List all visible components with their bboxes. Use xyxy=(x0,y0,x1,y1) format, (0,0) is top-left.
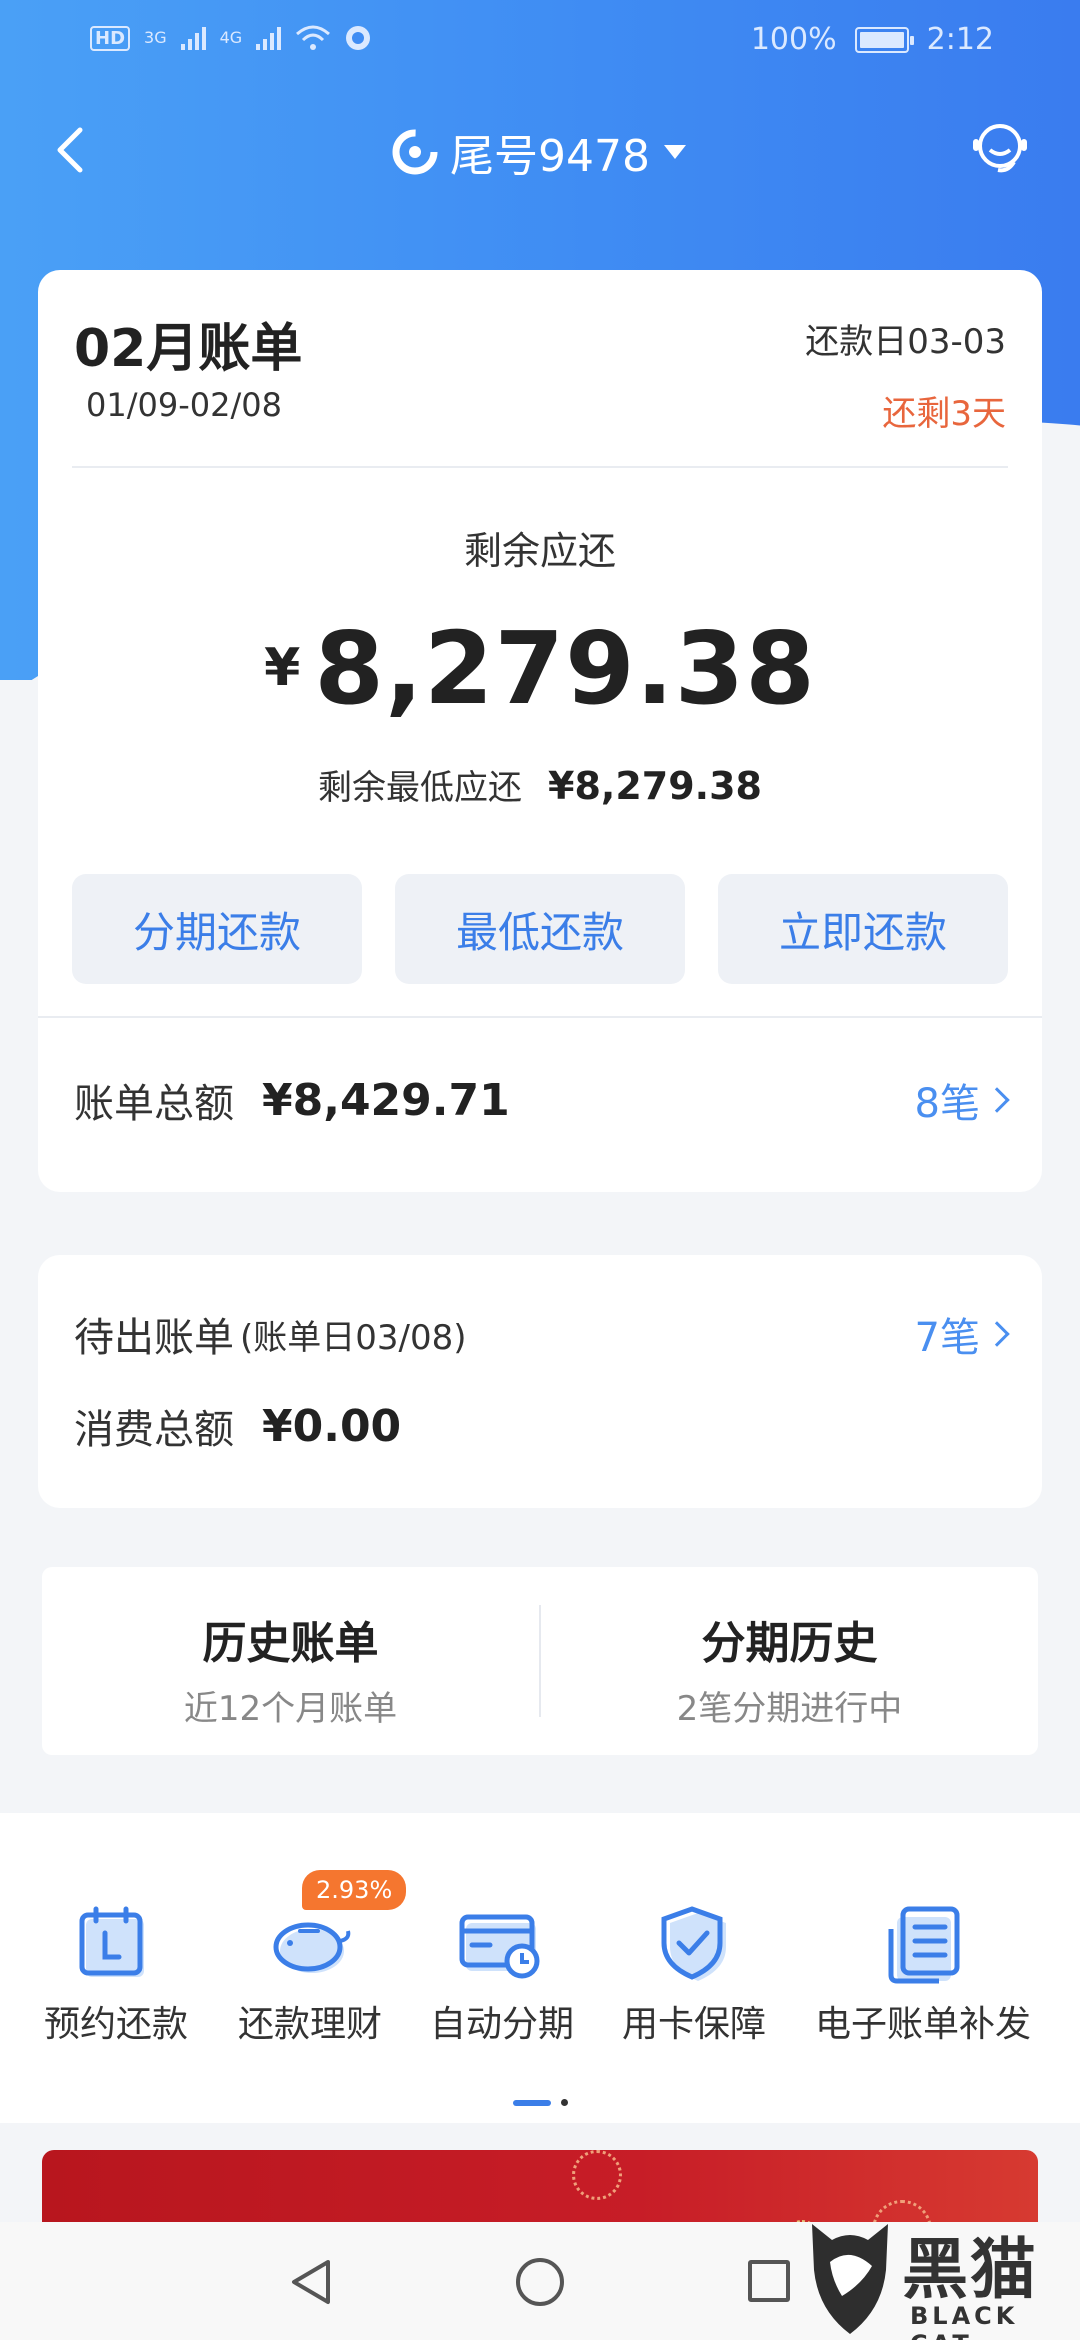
installment-history-title: 分期历史 xyxy=(701,1618,878,1669)
remaining-due-amount: ¥8,279.38 xyxy=(38,610,1042,727)
pending-bill-card[interactable]: 待出账单 (账单日03/08) 7笔 消费总额 ¥0.00 xyxy=(38,1255,1042,1508)
bill-total-row[interactable]: 账单总额 ¥8,429.71 8笔 xyxy=(74,1070,1010,1130)
currency-symbol: ¥ xyxy=(264,638,301,698)
bill-transaction-count: 8笔 xyxy=(914,1081,980,1127)
chevron-right-icon xyxy=(984,1087,1010,1113)
document-icon xyxy=(888,1906,960,1984)
tool-card-protection[interactable]: 用卡保障 xyxy=(614,1903,774,2047)
minimum-due-label: 剩余最低应还 xyxy=(318,768,523,808)
tools-panel: 2.93% 预约还款 还款理财 自动分期 用卡保障 电子账单补发 xyxy=(0,1813,1080,2123)
card-clock-icon xyxy=(459,1914,540,1979)
status-bar: HD 3G 4G 100% 2:12 xyxy=(0,0,1080,84)
nav-recents-icon[interactable] xyxy=(748,2260,790,2302)
signal-icon xyxy=(256,26,282,50)
due-date: 还款日03-03 xyxy=(805,322,1006,362)
tool-scheduled-repay[interactable]: 预约还款 xyxy=(36,1903,196,2047)
bill-history-title: 历史账单 xyxy=(202,1618,379,1669)
history-card: 历史账单 近12个月账单 分期历史 2笔分期进行中 xyxy=(42,1567,1038,1755)
remaining-due-value: 8,279.38 xyxy=(314,610,816,727)
tool-label: 电子账单补发 xyxy=(814,2004,1031,2045)
bill-transactions-link[interactable]: 8笔 xyxy=(914,1071,1010,1129)
tool-label: 还款理财 xyxy=(237,2004,382,2045)
tool-ebill-resend[interactable]: 电子账单补发 xyxy=(806,1903,1040,2047)
spend-total-amount: ¥0.00 xyxy=(262,1400,402,1452)
network-3g-label: 3G xyxy=(144,28,167,47)
minimum-repay-button[interactable]: 最低还款 xyxy=(395,874,685,984)
bill-card: 02月账单 01/09-02/08 还款日03-03 还剩3天 剩余应还 ¥8,… xyxy=(38,270,1042,1192)
hd-indicator: HD xyxy=(90,25,131,51)
pending-transaction-count: 7笔 xyxy=(914,1315,980,1361)
tool-repay-finance[interactable]: 还款理财 xyxy=(230,1903,390,2047)
firework-decoration xyxy=(572,2150,622,2200)
watermark: 黑猫 BLACK CAT xyxy=(802,2210,1074,2340)
spend-total-label: 消费总额 xyxy=(74,1407,234,1453)
nav-back-icon[interactable] xyxy=(288,2256,336,2308)
card-tail-number: 尾号9478 xyxy=(450,131,650,182)
divider xyxy=(38,1016,1042,1018)
shield-check-icon xyxy=(661,1906,726,1981)
watermark-subtitle: BLACK CAT xyxy=(910,2302,1019,2340)
statement-day: (账单日03/08) xyxy=(240,1317,467,1358)
pending-bill-header: 待出账单 (账单日03/08) 7笔 xyxy=(74,1305,1010,1363)
bill-history-entry[interactable]: 历史账单 近12个月账单 xyxy=(42,1567,539,1755)
chevron-right-icon xyxy=(984,1321,1010,1347)
piggy-bank-icon xyxy=(273,1922,351,1973)
tool-label: 自动分期 xyxy=(429,2004,574,2045)
clock: 2:12 xyxy=(926,22,994,57)
nav-bar: 尾号9478 xyxy=(0,110,1080,190)
watermark-title: 黑猫 xyxy=(902,2231,1038,2308)
bill-period: 01/09-02/08 xyxy=(86,386,282,424)
installment-history-subtitle: 2笔分期进行中 xyxy=(676,1689,903,1729)
cat-logo-icon xyxy=(812,2224,888,2334)
page-dot-active xyxy=(512,2099,551,2106)
divider xyxy=(72,466,1008,468)
installment-repay-button[interactable]: 分期还款 xyxy=(72,874,362,984)
tool-auto-installment[interactable]: 自动分期 xyxy=(422,1903,582,2047)
repay-actions: 分期还款 最低还款 立即还款 xyxy=(72,874,1008,984)
battery-icon xyxy=(854,26,914,53)
bill-month-title: 02月账单 xyxy=(74,319,303,379)
tool-label: 用卡保障 xyxy=(621,2004,766,2045)
customer-service-icon[interactable] xyxy=(968,116,1032,180)
pending-bill-label: 待出账单 xyxy=(74,1315,234,1361)
days-left: 还剩3天 xyxy=(882,394,1006,434)
minimum-due-amount: ¥8,279.38 xyxy=(548,764,762,808)
bank-logo-icon xyxy=(392,129,438,175)
calendar-icon xyxy=(79,1906,144,1977)
caret-down-icon xyxy=(663,145,686,159)
minimum-due: 剩余最低应还 ¥8,279.38 xyxy=(38,760,1042,809)
spend-total-row: 消费总额 ¥0.00 xyxy=(74,1397,401,1455)
network-4g-label: 4G xyxy=(219,28,243,47)
installment-history-entry[interactable]: 分期历史 2笔分期进行中 xyxy=(541,1567,1038,1755)
wifi-icon xyxy=(296,25,331,50)
nav-home-icon[interactable] xyxy=(516,2258,564,2306)
app-notification-icon xyxy=(346,26,371,50)
bill-total-amount: ¥8,429.71 xyxy=(262,1074,510,1126)
page-indicator xyxy=(0,2099,1080,2106)
pending-transactions-link[interactable]: 7笔 xyxy=(914,1305,1010,1363)
battery-percent: 100% xyxy=(750,22,837,57)
repay-now-button[interactable]: 立即还款 xyxy=(718,874,1008,984)
bill-total-label: 账单总额 xyxy=(74,1081,234,1127)
bill-history-subtitle: 近12个月账单 xyxy=(183,1689,398,1729)
tool-label: 预约还款 xyxy=(43,2004,188,2045)
card-selector[interactable]: 尾号9478 xyxy=(0,120,1080,184)
signal-icon xyxy=(180,26,206,50)
remaining-due-label: 剩余应还 xyxy=(463,529,616,573)
page-dot xyxy=(560,2099,568,2106)
